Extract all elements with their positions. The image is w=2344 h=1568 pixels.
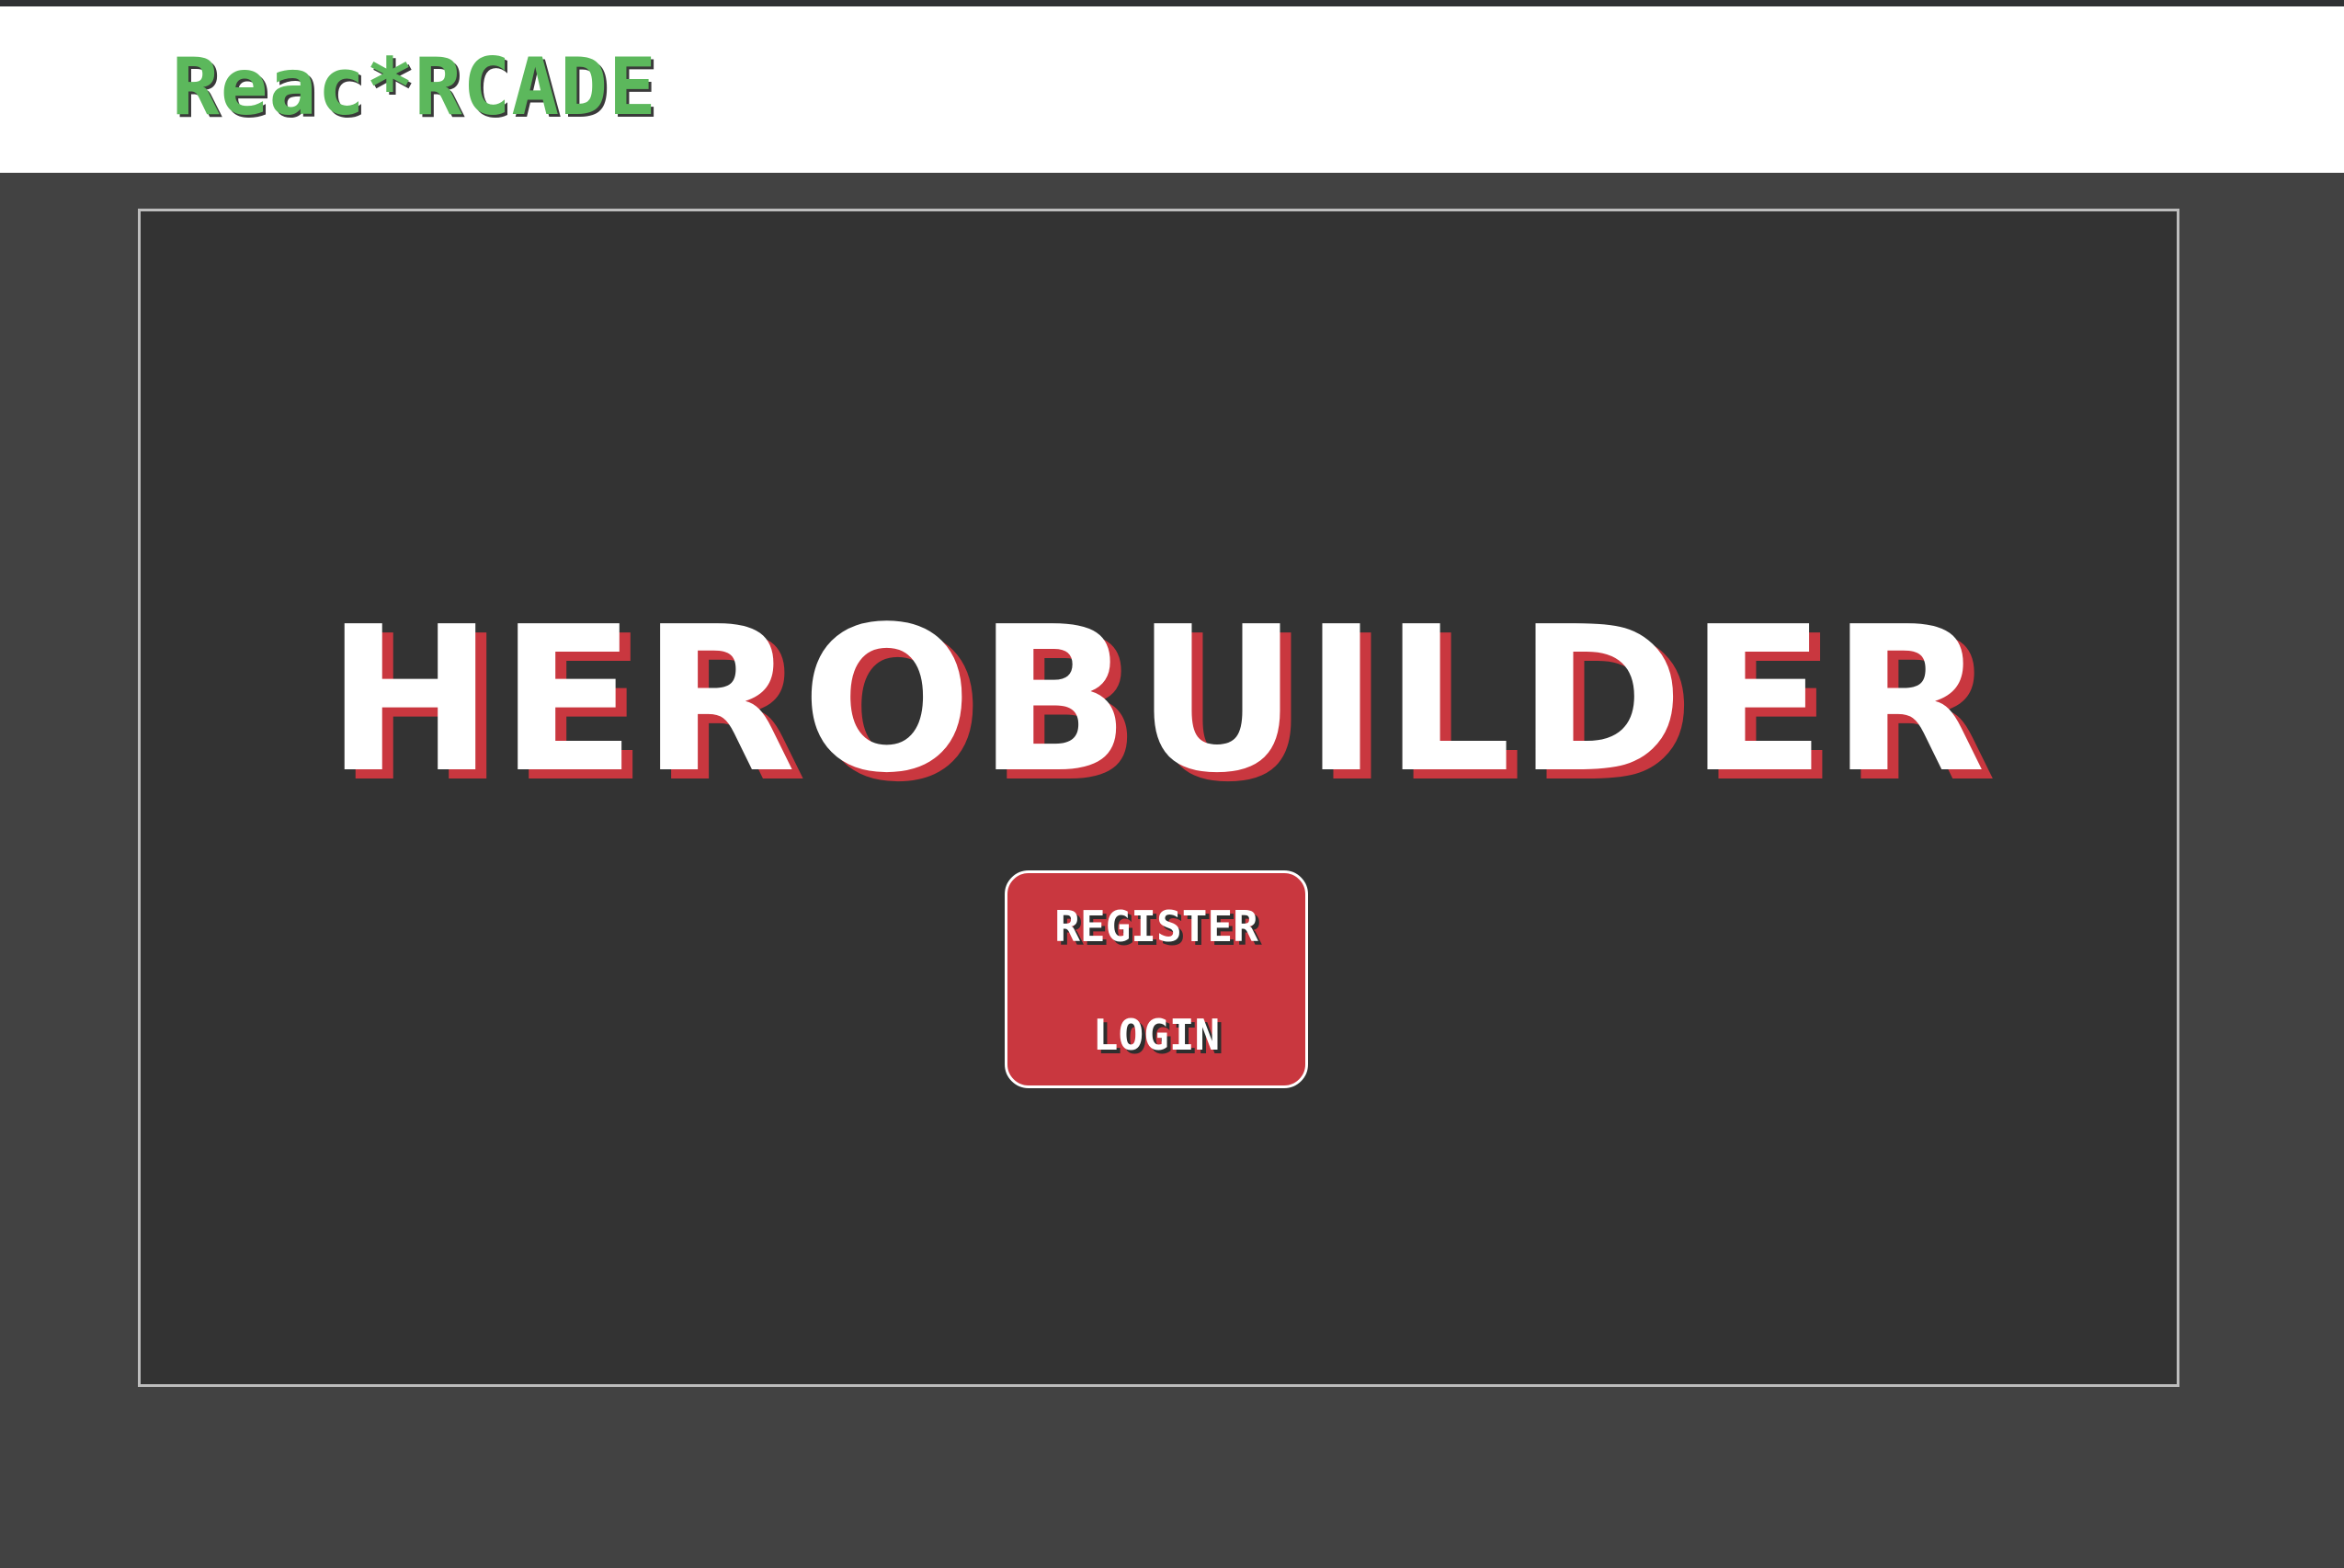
game-title: HEROBUILDER: [325, 585, 1992, 817]
page: Reac*RCADE HEROBUILDER REGISTER LOGIN: [0, 0, 2344, 1568]
top-border: [0, 0, 2344, 6]
register-link[interactable]: REGISTER: [1007, 899, 1305, 954]
site-header: Reac*RCADE: [0, 6, 2344, 173]
game-frame: HEROBUILDER REGISTER LOGIN: [138, 209, 2179, 1387]
site-logo-link[interactable]: Reac*RCADE: [172, 41, 657, 133]
auth-menu: REGISTER LOGIN: [1005, 870, 1308, 1088]
login-link[interactable]: LOGIN: [1007, 1007, 1305, 1062]
